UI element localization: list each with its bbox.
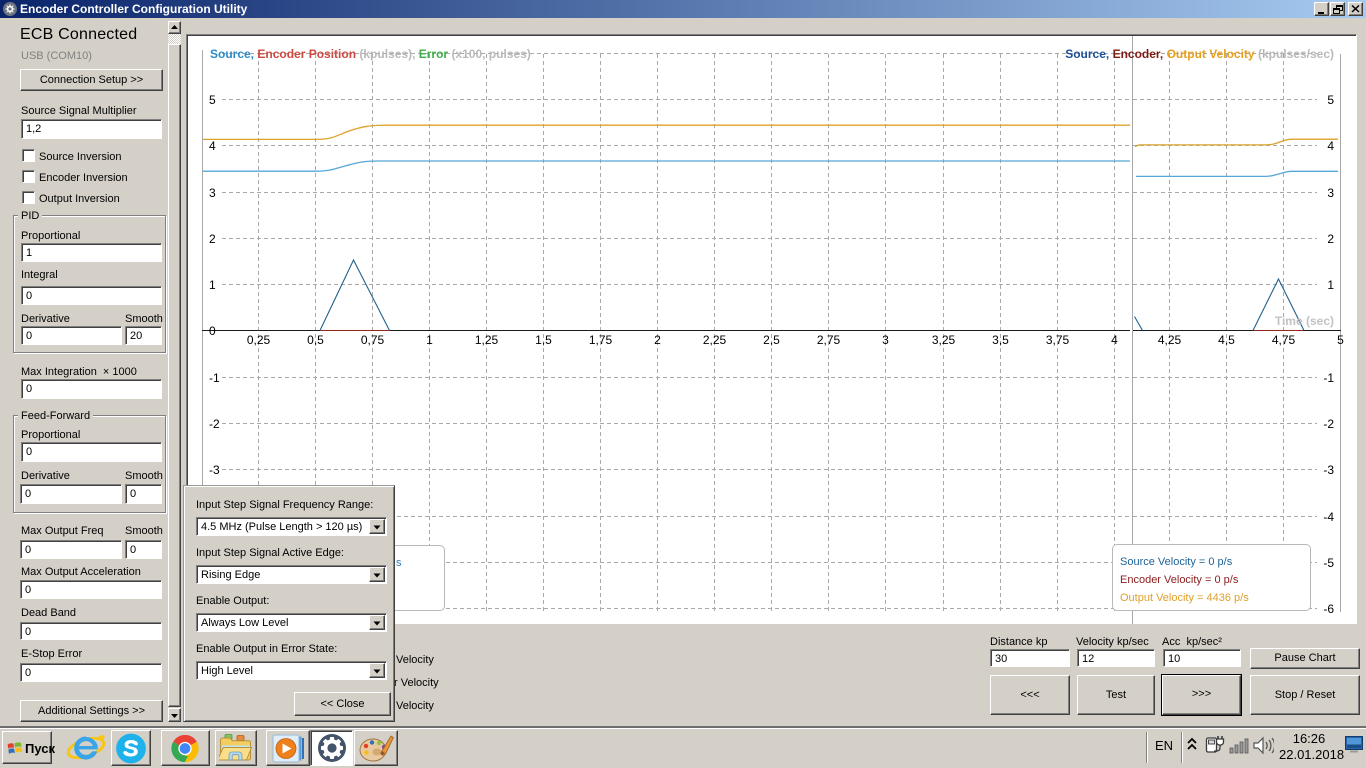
svg-text:3: 3 <box>1327 186 1334 200</box>
svg-text:3: 3 <box>882 333 889 347</box>
svg-text:4,25: 4,25 <box>1158 333 1182 347</box>
svg-text:3,75: 3,75 <box>1046 333 1070 347</box>
svg-text:1,5: 1,5 <box>535 333 552 347</box>
svg-text:5: 5 <box>209 93 216 107</box>
svg-text:4: 4 <box>1327 139 1334 153</box>
svg-text:5: 5 <box>1337 333 1344 347</box>
svg-text:-3: -3 <box>1323 463 1334 477</box>
svg-text:4,75: 4,75 <box>1272 333 1296 347</box>
svg-text:-2: -2 <box>1323 417 1334 431</box>
svg-text:3: 3 <box>209 186 216 200</box>
svg-text:3,25: 3,25 <box>932 333 956 347</box>
svg-text:2: 2 <box>1327 232 1334 246</box>
svg-text:0: 0 <box>209 324 216 338</box>
svg-text:2: 2 <box>209 232 216 246</box>
svg-text:-3: -3 <box>209 463 220 477</box>
svg-text:2,5: 2,5 <box>763 333 780 347</box>
svg-text:2: 2 <box>654 333 661 347</box>
svg-text:1: 1 <box>1327 278 1334 292</box>
svg-text:0,25: 0,25 <box>247 333 271 347</box>
svg-text:3,5: 3,5 <box>992 333 1009 347</box>
svg-text:1,25: 1,25 <box>475 333 499 347</box>
svg-text:0,75: 0,75 <box>361 333 385 347</box>
svg-text:4: 4 <box>1111 333 1118 347</box>
svg-text:2,75: 2,75 <box>817 333 841 347</box>
svg-text:-1: -1 <box>1323 371 1334 385</box>
svg-text:2,25: 2,25 <box>703 333 727 347</box>
svg-text:1: 1 <box>426 333 433 347</box>
svg-text:1: 1 <box>209 278 216 292</box>
svg-text:1,75: 1,75 <box>589 333 613 347</box>
svg-text:-1: -1 <box>209 371 220 385</box>
svg-text:4,5: 4,5 <box>1218 333 1235 347</box>
svg-text:-6: -6 <box>1323 602 1334 616</box>
svg-text:-5: -5 <box>1323 556 1334 570</box>
svg-text:-4: -4 <box>1323 510 1334 524</box>
svg-text:5: 5 <box>1327 93 1334 107</box>
svg-text:0,5: 0,5 <box>307 333 324 347</box>
svg-text:4: 4 <box>209 139 216 153</box>
svg-text:-2: -2 <box>209 417 220 431</box>
